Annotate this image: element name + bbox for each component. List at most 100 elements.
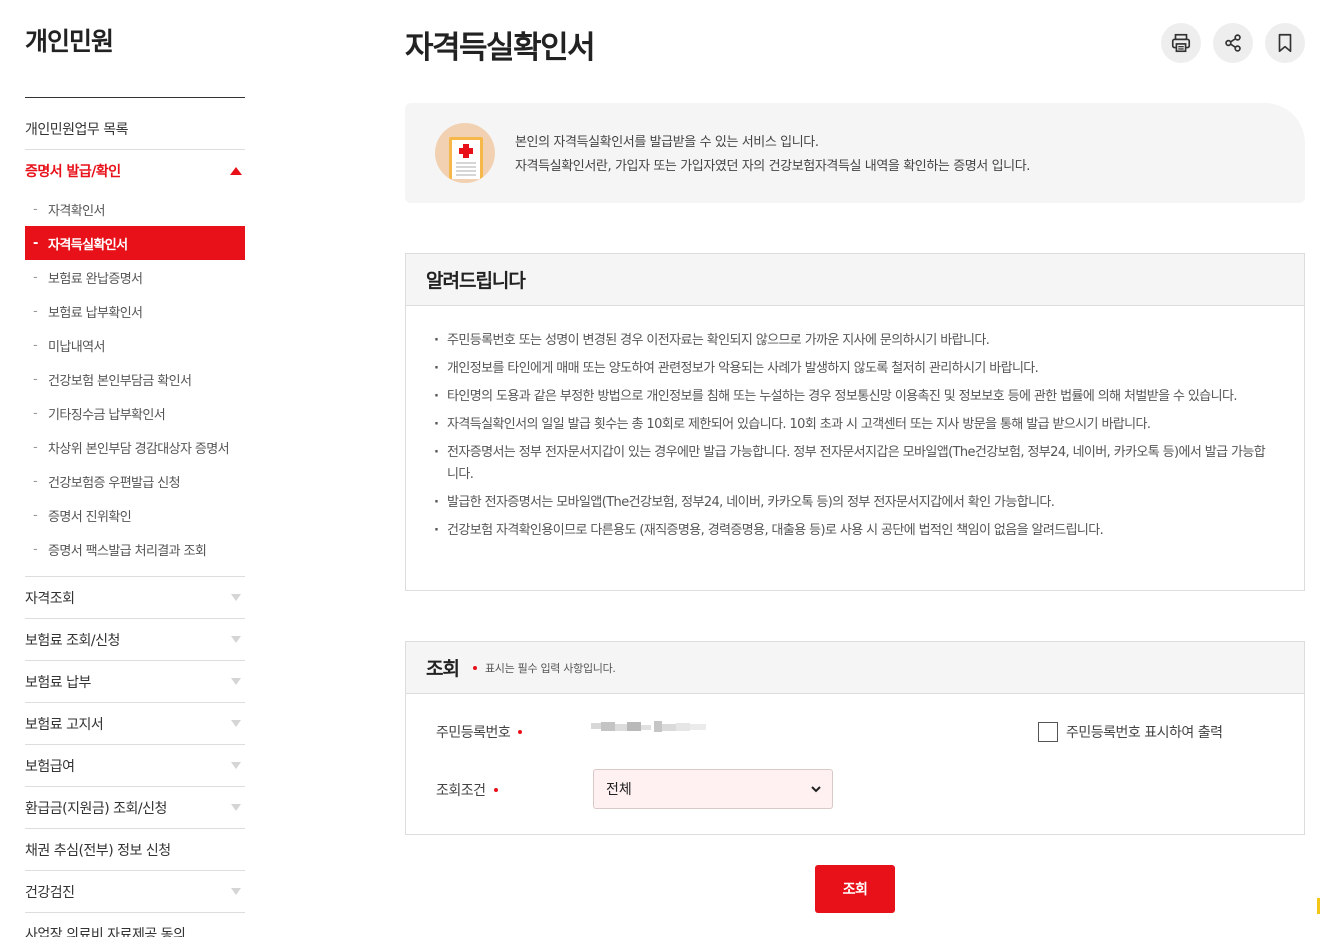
required-dot-icon: [493, 788, 498, 792]
submenu-item-label: 자격득실확인서: [48, 237, 128, 253]
submenu-item[interactable]: - 자격확인서: [25, 192, 245, 226]
dash-icon: -: [33, 541, 38, 557]
expand-arrow-icon: [231, 762, 241, 769]
sidebar-item-certificates[interactable]: 증명서 발급/확인: [25, 150, 245, 192]
dash-icon: -: [33, 303, 38, 319]
sidebar-item-refund[interactable]: 환급금(지원금) 조회/신청: [25, 787, 245, 829]
sidebar-item-premium-payment[interactable]: 보험료 납부: [25, 661, 245, 703]
sidebar-item-label: 보험료 납부: [25, 674, 91, 691]
sidebar-menu: 개인민원업무 목록 증명서 발급/확인 - 자격확인서 - 자격득실확인서 - 보험료…: [25, 108, 245, 937]
submenu-item-label: 건강보험 본인부담금 확인서: [48, 373, 192, 389]
condition-row: 조회조건: [436, 780, 506, 800]
query-form: 조회 표시는 필수 입력 사항입니다. 주민등록번호 주민등록번호 표시하여 출…: [405, 641, 1305, 835]
sidebar-item-label: 증명서 발급/확인: [25, 164, 121, 180]
submenu-item[interactable]: - 기타징수금 납부확인서: [25, 396, 245, 430]
submenu-item-label: 보험료 완납증명서: [48, 271, 143, 287]
notice-item: 자격득실확인서의 일일 발급 횟수는 총 10회로 제한되어 있습니다. 10회…: [434, 414, 1274, 436]
dash-icon: -: [33, 405, 38, 421]
submenu-item-label: 보험료 납부확인서: [48, 305, 143, 321]
required-dot-icon: [518, 730, 523, 734]
dash-icon: -: [33, 473, 38, 489]
dash-icon: -: [33, 201, 38, 217]
dash-icon: -: [33, 269, 38, 285]
sidebar-item-label: 개인민원업무 목록: [25, 121, 129, 138]
condition-select[interactable]: 전체: [593, 769, 833, 809]
sidebar-item-health-checkup[interactable]: 건강검진: [25, 871, 245, 913]
sidebar-item-premium-query[interactable]: 보험료 조회/신청: [25, 619, 245, 661]
expand-arrow-icon: [231, 804, 241, 811]
sidebar-item-medical-data-consent[interactable]: 사업장 의료비 자료제공 동의: [25, 913, 245, 937]
print-icon: [1171, 33, 1191, 53]
notice-item: 타인명의 도용과 같은 부정한 방법으로 개인정보를 침해 또는 누설하는 경우…: [434, 386, 1274, 408]
submenu-item-active[interactable]: - 자격득실확인서: [25, 226, 245, 260]
notice-item: 발급한 전자증명서는 모바일앱(The건강보험, 정부24, 네이버, 카카오톡…: [434, 492, 1274, 514]
sidebar-item-label: 사업장 의료비 자료제공 동의: [25, 927, 186, 937]
sidebar-item-premium-bill[interactable]: 보험료 고지서: [25, 703, 245, 745]
required-dot-icon: [472, 665, 477, 670]
submenu-item-label: 차상위 본인부담 경감대상자 증명서: [48, 441, 230, 457]
share-icon: [1225, 34, 1241, 52]
sidebar-title: 개인민원: [25, 27, 114, 56]
expand-arrow-icon: [231, 636, 241, 643]
notice-box: 알려드립니다 주민등록번호 또는 성명이 변경된 경우 이전자료는 확인되지 않…: [405, 253, 1305, 591]
submenu-item[interactable]: - 건강보험 본인부담금 확인서: [25, 362, 245, 396]
submenu-item-label: 미납내역서: [48, 339, 105, 355]
service-intro-panel: 본인의 자격득실확인서를 발급받을 수 있는 서비스 입니다. 자격득실확인서란…: [405, 103, 1305, 203]
submenu-item-label: 건강보험증 우편발급 신청: [48, 475, 181, 491]
sidebar-item-label: 보험료 조회/신청: [25, 632, 120, 649]
rrn-print-option[interactable]: 주민등록번호 표시하여 출력: [1038, 722, 1223, 742]
submenu-item[interactable]: - 증명서 팩스발급 처리결과 조회: [25, 532, 245, 566]
bookmark-button[interactable]: [1265, 23, 1305, 63]
intro-text: 본인의 자격득실확인서를 발급받을 수 있는 서비스 입니다. 자격득실확인서란…: [515, 131, 1030, 179]
certificate-icon: [435, 123, 495, 183]
sidebar-item-label: 채권 추심(전부) 정보 신청: [25, 842, 171, 859]
notice-item: 전자증명서는 정부 전자문서지갑이 있는 경우에만 발급 가능합니다. 정부 전…: [434, 442, 1274, 486]
sidebar-item-debt-collection[interactable]: 채권 추심(전부) 정보 신청: [25, 829, 245, 871]
required-note: 표시는 필수 입력 사항입니다.: [472, 660, 616, 676]
submenu-item-label: 증명서 팩스발급 처리결과 조회: [48, 543, 207, 559]
condition-label: 조회조건: [436, 783, 486, 799]
search-button[interactable]: 조회: [815, 865, 895, 913]
dash-icon: -: [33, 235, 38, 251]
page-title: 자격득실확인서: [405, 30, 596, 66]
notice-item: 주민등록번호 또는 성명이 변경된 경우 이전자료는 확인되지 않으므로 가까운…: [434, 330, 1274, 352]
sidebar-item-label: 환급금(지원금) 조회/신청: [25, 800, 167, 817]
bookmark-icon: [1278, 33, 1292, 53]
submenu-item[interactable]: - 증명서 진위확인: [25, 498, 245, 532]
rrn-label: 주민등록번호: [436, 725, 511, 741]
collapse-arrow-icon: [230, 167, 242, 175]
sidebar-item-label: 보험급여: [25, 758, 75, 775]
condition-selected-value: 전체: [606, 782, 632, 798]
query-title: 조회: [426, 658, 460, 680]
dash-icon: -: [33, 371, 38, 387]
chevron-down-icon: [811, 786, 821, 793]
sidebar-item-label: 보험료 고지서: [25, 716, 104, 733]
submenu-item[interactable]: - 차상위 본인부담 경감대상자 증명서: [25, 430, 245, 464]
submenu-item[interactable]: - 보험료 납부확인서: [25, 294, 245, 328]
share-button[interactable]: [1213, 23, 1253, 63]
intro-line: 자격득실확인서란, 가입자 또는 가입자였던 자의 건강보험자격득실 내역을 확…: [515, 159, 1031, 174]
submenu-item-label: 기타징수금 납부확인서: [48, 407, 166, 423]
sidebar-item-benefits[interactable]: 보험급여: [25, 745, 245, 787]
sidebar-item-personal-list[interactable]: 개인민원업무 목록: [25, 108, 245, 150]
sidebar-item-eligibility[interactable]: 자격조회: [25, 577, 245, 619]
submenu-item[interactable]: - 미납내역서: [25, 328, 245, 362]
rrn-row: 주민등록번호: [436, 722, 530, 742]
notice-list: 주민등록번호 또는 성명이 변경된 경우 이전자료는 확인되지 않으므로 가까운…: [406, 306, 1304, 542]
sidebar-submenu: - 자격확인서 - 자격득실확인서 - 보험료 완납증명서 - 보험료 납부확인서 -미…: [25, 192, 245, 577]
rrn-print-checkbox[interactable]: [1038, 722, 1058, 742]
submenu-item[interactable]: - 건강보험증 우편발급 신청: [25, 464, 245, 498]
intro-line: 본인의 자격득실확인서를 발급받을 수 있는 서비스 입니다.: [515, 135, 819, 150]
expand-arrow-icon: [231, 720, 241, 727]
sidebar-divider: [25, 97, 245, 98]
dash-icon: -: [33, 439, 38, 455]
print-button[interactable]: [1161, 23, 1201, 63]
masked-rrn-value: [591, 719, 711, 735]
expand-arrow-icon: [231, 888, 241, 895]
notice-item: 건강보험 자격확인용이므로 다른용도 (재직증명용, 경력증명용, 대출용 등)…: [434, 520, 1274, 542]
notice-item: 개인정보를 타인에게 매매 또는 양도하여 관련정보가 악용되는 사례가 발생하…: [434, 358, 1274, 380]
expand-arrow-icon: [231, 594, 241, 601]
expand-arrow-icon: [231, 678, 241, 685]
submenu-item[interactable]: - 보험료 완납증명서: [25, 260, 245, 294]
submenu-item-label: 자격확인서: [48, 203, 105, 219]
